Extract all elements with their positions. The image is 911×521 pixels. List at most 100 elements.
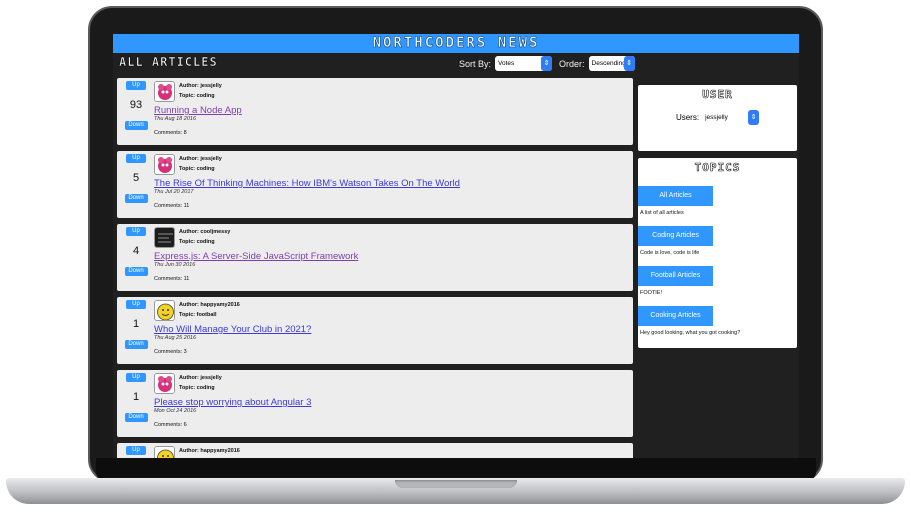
article-author: Author: jessjelly <box>179 375 222 381</box>
vote-controls: Up 4 Down <box>123 227 149 276</box>
topic-description: Hey good looking, what you got cooking? <box>640 330 741 336</box>
article-date: Thu Aug 25 2016 <box>154 335 196 341</box>
article-topic: Topic: coding <box>179 385 215 391</box>
article-author: Author: happyamy2016 <box>179 302 240 308</box>
vote-count: 1 <box>132 318 140 330</box>
laptop-hinge <box>395 480 517 488</box>
topic-button[interactable]: All Articles <box>638 186 713 206</box>
article-meta: Author: jessjelly Topic: coding <box>179 373 222 393</box>
article-card: Up 1 Down Author: happyamy2016 Topic: fo… <box>117 297 633 364</box>
article-date: Thu Jul 20 2017 <box>154 189 194 195</box>
author-avatar <box>154 227 175 248</box>
order-select[interactable]: Descending ⇕ <box>588 56 635 71</box>
users-label: Users: <box>675 113 700 122</box>
article-date: Thu Jun 30 2016 <box>154 262 196 268</box>
topic-item: Cooking Articles Hey good looking, what … <box>638 306 797 336</box>
vote-controls: Up <box>123 446 149 458</box>
user-panel-title: USER <box>702 88 733 102</box>
upvote-button[interactable]: Up <box>126 300 146 309</box>
author-avatar <box>154 154 175 175</box>
topic-description: Code is love, code is life <box>640 250 700 256</box>
upvote-button[interactable]: Up <box>126 154 146 163</box>
topic-item: Football Articles FOOTIE! <box>638 266 797 296</box>
chevron-updown-icon: ⇕ <box>623 56 635 71</box>
topic-button[interactable]: Coding Articles <box>638 226 713 246</box>
article-meta: Author: happyamy2016 Topic: football <box>179 300 240 320</box>
article-title-link[interactable]: Who Will Manage Your Club in 2021? <box>154 324 311 335</box>
vote-controls: Up 1 Down <box>123 300 149 349</box>
chevron-updown-icon: ⇕ <box>748 110 760 125</box>
order-label: Order: <box>559 58 585 69</box>
article-comments: Comments: 11 <box>154 203 190 209</box>
sort-by-select[interactable]: Votes ⇕ <box>495 56 553 71</box>
author-avatar <box>154 81 175 102</box>
article-topic: Topic: coding <box>179 93 215 99</box>
sort-by-label: Sort By: <box>459 58 492 69</box>
articles-toolbar: ALL ARTICLES Sort By: Votes ⇕ Order: Des… <box>113 53 799 74</box>
article-topic: Topic: football <box>179 312 217 318</box>
vote-count: 93 <box>129 99 143 111</box>
users-select[interactable]: jessjelly ⇕ <box>702 110 760 125</box>
article-date: Thu Aug 18 2016 <box>154 116 196 122</box>
topic-button[interactable]: Cooking Articles <box>638 306 713 326</box>
sort-by-value: Votes <box>498 60 515 67</box>
article-card: Up 5 Down Author: jessjelly Topic: codin… <box>117 151 633 218</box>
app-title: NORTHCODERS NEWS <box>113 34 799 53</box>
topic-item: All Articles A list of all articles <box>638 186 797 216</box>
article-card: Up 4 Down Author: cooljmessy Topic: codi… <box>117 224 633 291</box>
topic-button[interactable]: Football Articles <box>638 266 713 286</box>
downvote-button[interactable]: Down <box>124 413 148 422</box>
order-value: Descending <box>591 60 626 67</box>
article-card: Up 1 Down Author: jessjelly Topic: codin… <box>117 370 633 437</box>
article-author: Author: jessjelly <box>179 156 222 162</box>
article-title-link[interactable]: Express.js: A Server-Side JavaScript Fra… <box>154 251 358 262</box>
upvote-button[interactable]: Up <box>126 227 146 236</box>
article-author: Author: jessjelly <box>179 83 222 89</box>
author-avatar <box>154 373 175 394</box>
author-avatar <box>154 300 175 321</box>
topics-panel-title: TOPICS <box>694 161 741 175</box>
downvote-button[interactable]: Down <box>124 194 148 203</box>
article-list: Up 93 Down Author: jessjelly Topic: codi… <box>117 78 633 458</box>
screen: NORTHCODERS NEWS ALL ARTICLES Sort By: V… <box>113 34 799 458</box>
topic-item: Coding Articles Code is love, code is li… <box>638 226 797 256</box>
vote-controls: Up 93 Down <box>123 81 149 130</box>
downvote-button[interactable]: Down <box>124 340 148 349</box>
topic-description: A list of all articles <box>640 210 684 216</box>
article-topic: Topic: coding <box>179 239 215 245</box>
article-comments: Comments: 8 <box>154 130 187 136</box>
downvote-button[interactable]: Down <box>124 267 148 276</box>
vote-count: 4 <box>132 245 140 257</box>
articles-heading: ALL ARTICLES <box>119 55 218 70</box>
article-date: Mon Oct 24 2016 <box>154 408 197 414</box>
article-comments: Comments: 11 <box>154 276 190 282</box>
chevron-updown-icon: ⇕ <box>541 56 553 71</box>
article-meta: Author: jessjelly Topic: coding <box>179 81 222 101</box>
topic-description: FOOTIE! <box>640 290 662 296</box>
vote-controls: Up 5 Down <box>123 154 149 203</box>
article-title-link[interactable]: Please stop worrying about Angular 3 <box>154 397 311 408</box>
article-meta: Author: cooljmessy Topic: coding <box>179 227 230 247</box>
article-card: Up 93 Down Author: jessjelly Topic: codi… <box>117 78 633 145</box>
article-meta: Author: happyamy2016 <box>179 446 240 456</box>
article-author: Author: happyamy2016 <box>179 448 240 454</box>
upvote-button[interactable]: Up <box>126 446 146 455</box>
users-value: jessjelly <box>705 114 728 121</box>
article-title-link[interactable]: Running a Node App <box>154 105 242 116</box>
vote-count: 1 <box>132 391 140 403</box>
vote-count: 5 <box>132 172 140 184</box>
article-meta: Author: jessjelly Topic: coding <box>179 154 222 174</box>
upvote-button[interactable]: Up <box>126 373 146 382</box>
article-card: Up Author: happyamy2016 <box>117 443 633 458</box>
topics-panel: TOPICS All Articles A list of all articl… <box>638 158 797 348</box>
author-avatar <box>154 446 175 458</box>
users-row: Users: jessjelly ⇕ <box>638 110 797 125</box>
article-author: Author: cooljmessy <box>179 229 231 235</box>
topics-list: All Articles A list of all articles Codi… <box>638 186 797 336</box>
downvote-button[interactable]: Down <box>124 121 148 130</box>
vote-controls: Up 1 Down <box>123 373 149 422</box>
laptop-bezel <box>96 458 816 480</box>
article-topic: Topic: coding <box>179 166 215 172</box>
article-title-link[interactable]: The Rise Of Thinking Machines: How IBM's… <box>154 178 460 189</box>
upvote-button[interactable]: Up <box>126 81 146 90</box>
